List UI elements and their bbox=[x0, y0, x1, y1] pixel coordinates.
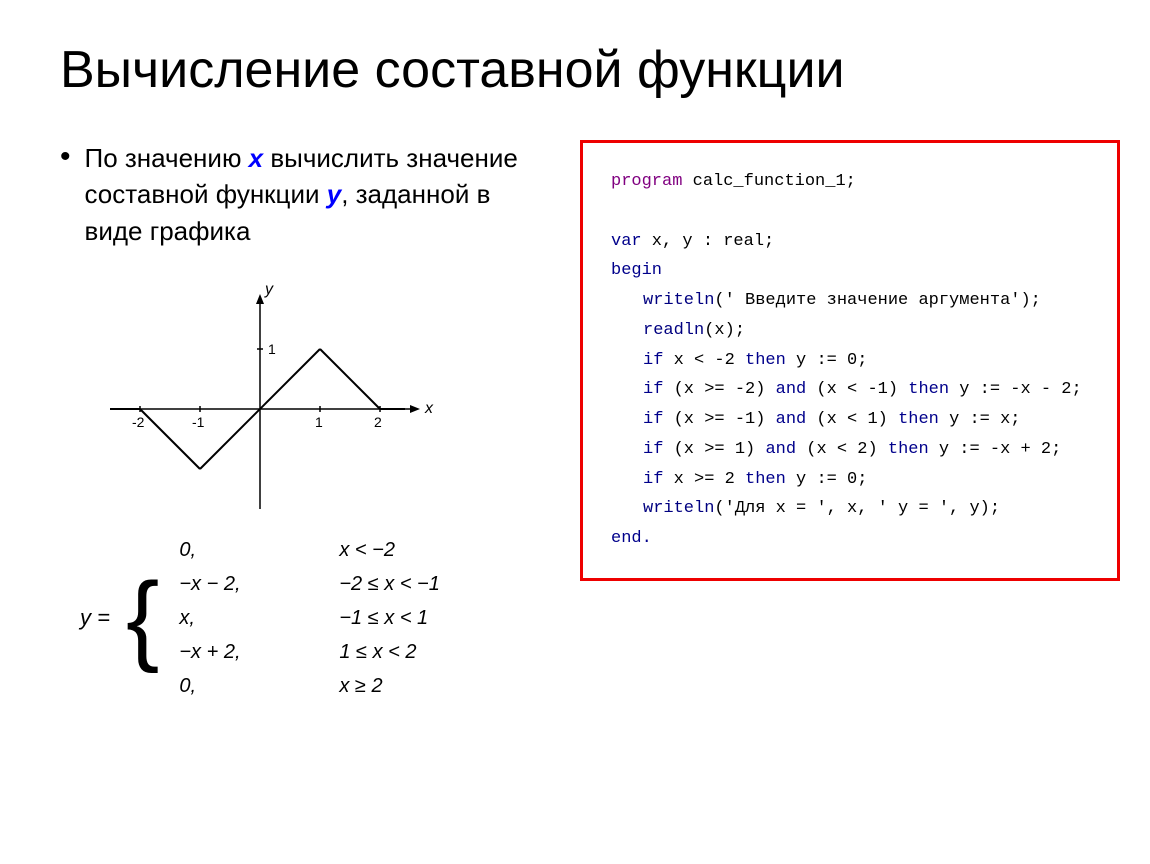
bullet-dot: • bbox=[60, 136, 71, 249]
code-if3-result: y := x; bbox=[939, 410, 1021, 429]
kw-writeln-1: writeln bbox=[643, 291, 714, 310]
code-line-writeln1: writeln(' Введите значение аргумента'); bbox=[611, 286, 1089, 316]
kw-if-1: if bbox=[643, 351, 663, 370]
bullet-content: По значению x вычислить значение составн… bbox=[85, 140, 540, 249]
formula-expr-2: −x − 2, bbox=[179, 568, 319, 600]
code-if4-cond1: (x >= 1) bbox=[663, 440, 765, 459]
kw-writeln-2: writeln bbox=[643, 499, 714, 518]
code-if2-result: y := -x - 2; bbox=[949, 380, 1082, 399]
code-writeln2-args: ('Для x = ', x, ' y = ', y); bbox=[714, 499, 1000, 518]
bullet-text: • По значению x вычислить значение соста… bbox=[60, 140, 540, 249]
svg-text:-1: -1 bbox=[192, 414, 205, 430]
kw-and-2: and bbox=[776, 380, 807, 399]
bullet-text-before: По значению bbox=[85, 143, 249, 173]
code-if2-cond1: (x >= -2) bbox=[663, 380, 775, 399]
page-title: Вычисление составной функции bbox=[60, 40, 1090, 100]
code-if2-cond2: (x < -1) bbox=[806, 380, 908, 399]
svg-text:1: 1 bbox=[268, 341, 276, 357]
kw-then-5: then bbox=[745, 470, 786, 489]
formula-line-3: x, −1 ≤ x < 1 bbox=[179, 602, 440, 634]
formula-line-5: 0, x ≥ 2 bbox=[179, 670, 440, 702]
formula-line-2: −x − 2, −2 ≤ x < −1 bbox=[179, 568, 440, 600]
code-if3-cond1: (x >= -1) bbox=[663, 410, 775, 429]
code-line-begin: begin bbox=[611, 256, 1089, 286]
kw-if-4: if bbox=[643, 440, 663, 459]
code-var-decl: x, y : real; bbox=[642, 232, 775, 251]
kw-then-2: then bbox=[908, 380, 949, 399]
formula-expr-1: 0, bbox=[179, 534, 319, 566]
kw-var: var bbox=[611, 232, 642, 251]
big-brace: { bbox=[126, 568, 159, 668]
formula-cond-5: x ≥ 2 bbox=[339, 670, 382, 702]
code-line-blank1 bbox=[611, 197, 1089, 227]
code-line-if2: if (x >= -2) and (x < -1) then y := -x -… bbox=[611, 375, 1089, 405]
code-readln-args: (x); bbox=[704, 321, 745, 340]
formula-expr-4: −x + 2, bbox=[179, 636, 319, 668]
code-line-if3: if (x >= -1) and (x < 1) then y := x; bbox=[611, 405, 1089, 435]
formula-cond-1: x < −2 bbox=[339, 534, 395, 566]
code-writeln1-args: (' Введите значение аргумента'); bbox=[714, 291, 1040, 310]
svg-text:-2: -2 bbox=[132, 414, 145, 430]
code-if1-body: x < -2 bbox=[663, 351, 745, 370]
code-line-end: end. bbox=[611, 524, 1089, 554]
graph-container: x y -2 -1 1 2 1 bbox=[80, 279, 540, 504]
formula-table: y = { 0, x < −2 −x − 2, −2 ≤ x < −1 x, −… bbox=[80, 534, 540, 702]
code-if4-cond2: (x < 2) bbox=[796, 440, 888, 459]
code-line-readln: readln(x); bbox=[611, 316, 1089, 346]
kw-if-2: if bbox=[643, 380, 663, 399]
svg-text:y: y bbox=[264, 281, 274, 298]
svg-text:x: x bbox=[424, 400, 434, 417]
code-line-if4: if (x >= 1) and (x < 2) then y := -x + 2… bbox=[611, 435, 1089, 465]
formula-expr-5: 0, bbox=[179, 670, 319, 702]
code-line-if5: if x >= 2 then y := 0; bbox=[611, 465, 1089, 495]
formula-line-4: −x + 2, 1 ≤ x < 2 bbox=[179, 636, 440, 668]
kw-and-3: and bbox=[776, 410, 807, 429]
formula-line-1: 0, x < −2 bbox=[179, 534, 440, 566]
code-if5-body: x >= 2 bbox=[663, 470, 745, 489]
left-panel: • По значению x вычислить значение соста… bbox=[60, 140, 540, 702]
code-if5-result: y := 0; bbox=[786, 470, 868, 489]
kw-then-3: then bbox=[898, 410, 939, 429]
kw-program: program bbox=[611, 172, 682, 191]
code-line-writeln2: writeln('Для x = ', x, ' y = ', y); bbox=[611, 494, 1089, 524]
code-if1-result: y := 0; bbox=[786, 351, 868, 370]
y-var: у bbox=[327, 179, 341, 209]
content-area: • По значению x вычислить значение соста… bbox=[60, 140, 1090, 702]
svg-text:2: 2 bbox=[374, 414, 382, 430]
code-if3-cond2: (x < 1) bbox=[806, 410, 898, 429]
formula-y-label: y = bbox=[80, 599, 110, 636]
formula-expr-3: x, bbox=[179, 602, 319, 634]
svg-text:1: 1 bbox=[315, 414, 323, 430]
formula-cond-3: −1 ≤ x < 1 bbox=[339, 602, 428, 634]
formula-lines: 0, x < −2 −x − 2, −2 ≤ x < −1 x, −1 ≤ x … bbox=[179, 534, 440, 702]
code-line-1: program calc_function_1; bbox=[611, 167, 1089, 197]
code-box: program calc_function_1; var x, y : real… bbox=[580, 140, 1120, 581]
formula-container: y = { 0, x < −2 −x − 2, −2 ≤ x < −1 x, −… bbox=[80, 534, 540, 702]
kw-if-3: if bbox=[643, 410, 663, 429]
x-var: x bbox=[249, 143, 263, 173]
kw-then-4: then bbox=[888, 440, 929, 459]
kw-then-1: then bbox=[745, 351, 786, 370]
code-program-name: calc_function_1; bbox=[682, 172, 855, 191]
formula-cond-2: −2 ≤ x < −1 bbox=[339, 568, 440, 600]
kw-begin: begin bbox=[611, 261, 662, 280]
formula-cond-4: 1 ≤ x < 2 bbox=[339, 636, 416, 668]
code-line-var: var x, y : real; bbox=[611, 227, 1089, 257]
kw-if-5: if bbox=[643, 470, 663, 489]
function-graph: x y -2 -1 1 2 1 bbox=[80, 279, 420, 499]
kw-and-4: and bbox=[765, 440, 796, 459]
kw-end: end. bbox=[611, 529, 652, 548]
kw-readln: readln bbox=[643, 321, 704, 340]
code-if4-result: y := -x + 2; bbox=[929, 440, 1062, 459]
code-line-if1: if x < -2 then y := 0; bbox=[611, 346, 1089, 376]
